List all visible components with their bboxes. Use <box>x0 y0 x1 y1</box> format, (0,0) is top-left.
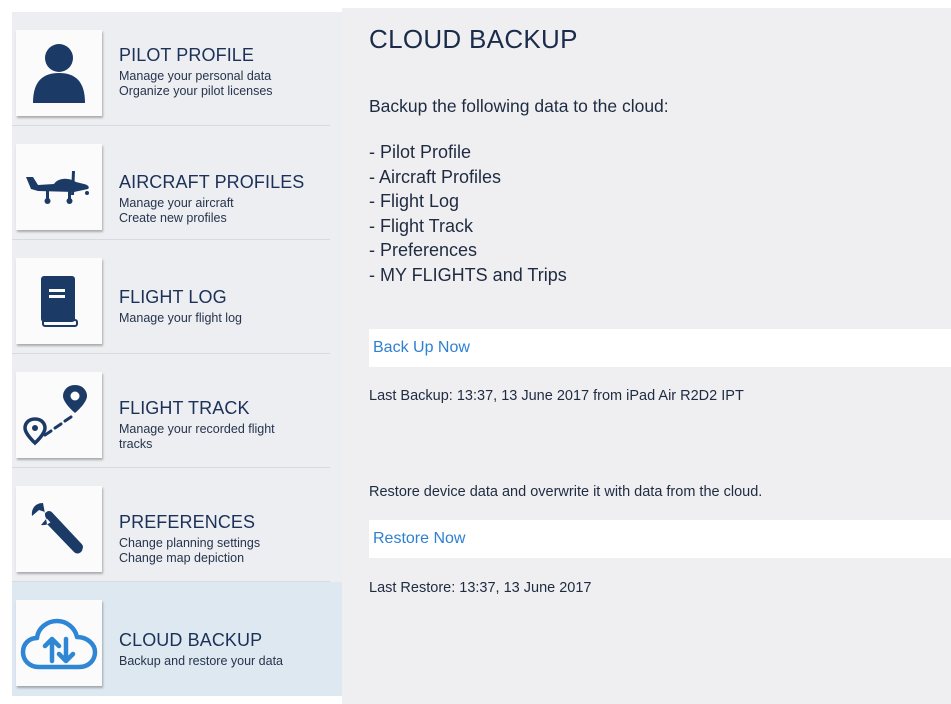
nav-subtitle: Change planning settings <box>119 536 261 550</box>
list-item: - Pilot Profile <box>369 142 472 162</box>
app-window: PILOT PROFILE Manage your personal data … <box>0 0 951 704</box>
flight-track-text: FLIGHT TRACK Manage your recorded flight… <box>119 398 334 452</box>
nav-title: FLIGHT TRACK <box>119 398 250 418</box>
restore-now-button[interactable]: Restore Now <box>369 520 951 558</box>
sidebar-item-flight-track[interactable]: FLIGHT TRACK Manage your recorded flight… <box>12 354 342 468</box>
nav-subtitle: Organize your pilot licenses <box>119 84 273 98</box>
preferences-text: PREFERENCES Change planning settings Cha… <box>119 512 334 566</box>
nav-subtitle: Change map depiction <box>119 551 245 565</box>
sidebar-item-preferences[interactable]: PREFERENCES Change planning settings Cha… <box>12 468 342 582</box>
route-pins-icon <box>23 385 87 446</box>
cloud-backup-text: CLOUD BACKUP Backup and restore your dat… <box>119 630 334 669</box>
back-up-now-label: Back Up Now <box>373 339 470 356</box>
aircraft-profiles-text: AIRCRAFT PROFILES Manage your aircraft C… <box>119 172 334 226</box>
last-restore-status: Last Restore: 13:37, 13 June 2017 <box>369 580 592 596</box>
nav-title: CLOUD BACKUP <box>119 630 263 650</box>
page-title: CLOUD BACKUP <box>369 24 578 54</box>
nav-subtitle: Manage your recorded flight <box>119 422 275 436</box>
pilot-profile-tile <box>16 30 102 116</box>
sidebar-item-aircraft-profiles[interactable]: AIRCRAFT PROFILES Manage your aircraft C… <box>12 126 342 240</box>
list-item: - MY FLIGHTS and Trips <box>369 264 567 285</box>
nav-subtitle: tracks <box>119 437 153 451</box>
preferences-tile <box>16 486 102 572</box>
nav-subtitle: Create new profiles <box>119 211 227 225</box>
list-item: - Flight Track <box>369 215 474 236</box>
logbook-icon <box>41 276 78 327</box>
list-item: - Preferences <box>369 240 478 260</box>
nav-subtitle: Manage your flight log <box>119 311 242 325</box>
sidebar-item-pilot-profile[interactable]: PILOT PROFILE Manage your personal data … <box>12 12 342 126</box>
last-backup-status: Last Backup: 13:37, 13 June 2017 from iP… <box>369 388 744 404</box>
nav-subtitle: Backup and restore your data <box>119 654 283 668</box>
aircraft-profiles-tile <box>16 144 102 230</box>
sidebar-item-flight-log[interactable]: FLIGHT LOG Manage your flight log <box>12 240 342 354</box>
cloud-sync-icon <box>20 618 98 670</box>
nav-title: PILOT PROFILE <box>119 45 255 65</box>
nav-title: PREFERENCES <box>119 512 256 532</box>
nav-subtitle: Manage your aircraft <box>119 196 234 210</box>
settings-sidebar: PILOT PROFILE Manage your personal data … <box>12 12 342 696</box>
nav-title: AIRCRAFT PROFILES <box>119 172 305 192</box>
nav-subtitle: Manage your personal data <box>119 69 272 83</box>
restore-now-label: Restore Now <box>373 530 466 547</box>
pilot-profile-text: PILOT PROFILE Manage your personal data … <box>119 45 334 99</box>
list-item: - Aircraft Profiles <box>369 166 502 187</box>
airplane-icon <box>26 171 89 204</box>
nav-title: FLIGHT LOG <box>119 287 227 307</box>
back-up-now-button[interactable]: Back Up Now <box>369 329 951 367</box>
wrench-icon <box>31 503 83 554</box>
flight-log-tile <box>16 258 102 344</box>
backup-intro-text: Backup the following data to the cloud: <box>369 96 669 116</box>
flight-log-text: FLIGHT LOG Manage your flight log <box>119 287 334 326</box>
flight-track-tile <box>16 372 102 458</box>
list-item: - Flight Log <box>369 191 460 211</box>
cloud-backup-panel: CLOUD BACKUP Backup the following data t… <box>342 8 951 704</box>
sidebar-item-cloud-backup[interactable]: CLOUD BACKUP Backup and restore your dat… <box>12 582 342 696</box>
backup-data-list: - Pilot Profile - Aircraft Profiles - Fl… <box>369 140 567 287</box>
person-icon <box>33 44 85 103</box>
cloud-backup-tile <box>16 600 102 686</box>
restore-description: Restore device data and overwrite it wit… <box>369 484 763 500</box>
